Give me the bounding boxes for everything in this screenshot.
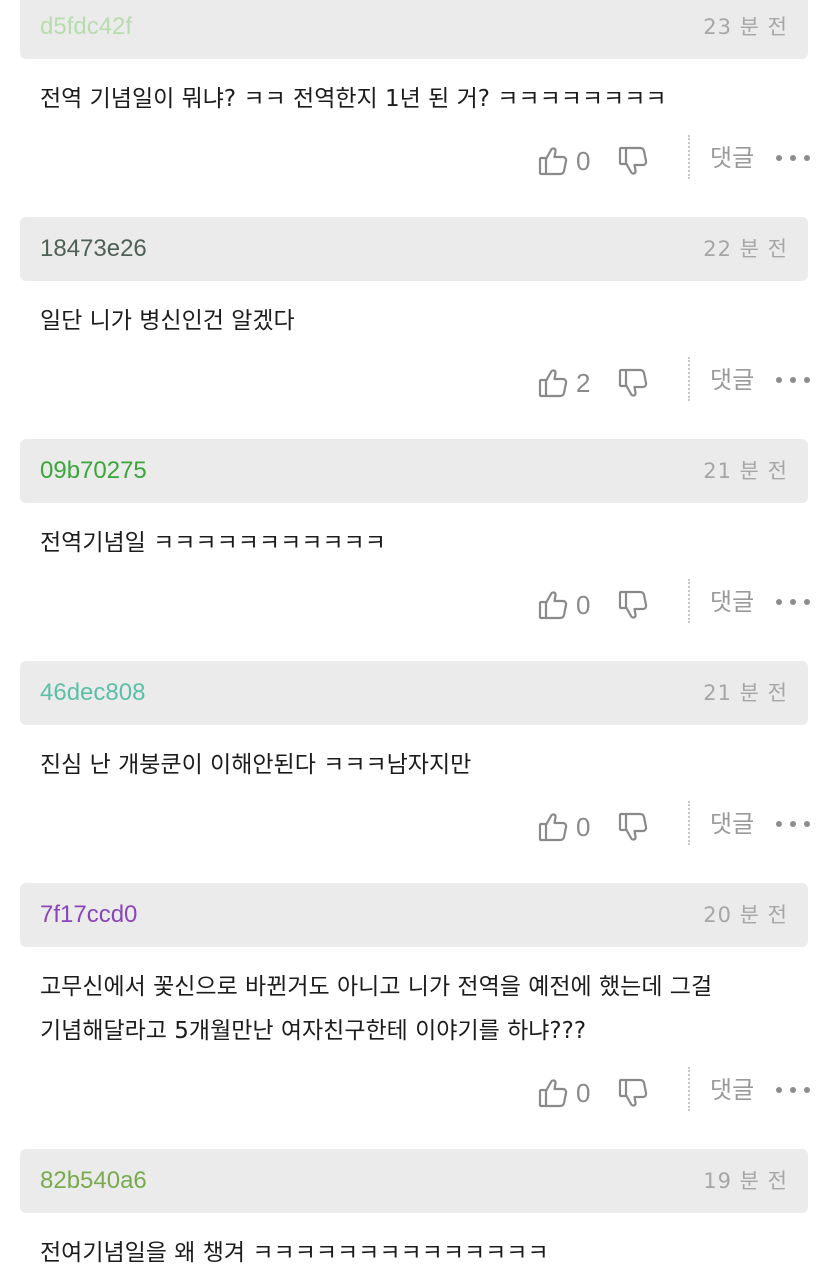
more-options-icon[interactable] bbox=[776, 366, 810, 394]
reply-button[interactable]: 댓글 bbox=[710, 365, 754, 395]
comment-time: 20 분 전 bbox=[703, 903, 788, 927]
comment-time: 19 분 전 bbox=[703, 1169, 788, 1193]
comment-header: 18473e26 22 분 전 bbox=[20, 217, 808, 281]
comment-header: d5fdc42f 23 분 전 bbox=[20, 0, 808, 59]
comment-time: 21 분 전 bbox=[703, 459, 788, 483]
thumbs-down-icon bbox=[618, 145, 648, 177]
dislike-button[interactable] bbox=[618, 587, 648, 623]
dislike-button[interactable] bbox=[618, 1075, 648, 1111]
comment-time: 21 분 전 bbox=[703, 681, 788, 705]
comment-author[interactable]: 46dec808 bbox=[40, 678, 145, 708]
comment-header: 09b70275 21 분 전 bbox=[20, 439, 808, 503]
comment-item: 7f17ccd0 20 분 전 고무신에서 꽃신으로 바뀐거도 아니고 니가 전… bbox=[0, 883, 828, 1123]
comment-item: d5fdc42f 23 분 전 전역 기념일이 뭐냐? ㅋㅋ 전역한지 1년 된… bbox=[0, 0, 828, 191]
thumbs-down-icon bbox=[618, 589, 648, 621]
like-count: 0 bbox=[576, 1078, 591, 1108]
like-button[interactable]: 0 bbox=[538, 587, 590, 623]
reply-button[interactable]: 댓글 bbox=[710, 1075, 754, 1105]
comment-time: 23 분 전 bbox=[703, 15, 788, 39]
comment-text: 고무신에서 꽃신으로 바뀐거도 아니고 니가 전역을 예전에 했는데 그걸 기념… bbox=[40, 974, 720, 1044]
action-divider bbox=[688, 801, 690, 845]
like-button[interactable]: 2 bbox=[538, 365, 590, 401]
reply-button[interactable]: 댓글 bbox=[710, 587, 754, 617]
like-count: 0 bbox=[576, 146, 591, 176]
more-options-icon[interactable] bbox=[776, 810, 810, 838]
comment-item: 09b70275 21 분 전 전역기념일 ㅋㅋㅋㅋㅋㅋㅋㅋㅋㅋㅋ 0 댓글 bbox=[0, 439, 828, 635]
comment-author[interactable]: 18473e26 bbox=[40, 234, 147, 264]
like-button[interactable]: 0 bbox=[538, 809, 590, 845]
thumbs-down-icon bbox=[618, 367, 648, 399]
dislike-button[interactable] bbox=[618, 365, 648, 401]
comment-list: d5fdc42f 23 분 전 전역 기념일이 뭐냐? ㅋㅋ 전역한지 1년 된… bbox=[0, 0, 828, 1275]
comment-actions: 0 댓글 bbox=[0, 575, 828, 635]
comment-item: 82b540a6 19 분 전 전여기념일을 왜 챙겨 ㅋㅋㅋㅋㅋㅋㅋㅋㅋㅋㅋㅋ… bbox=[0, 1149, 828, 1275]
comment-actions: 0 댓글 bbox=[0, 797, 828, 857]
comment-author[interactable]: 7f17ccd0 bbox=[40, 900, 137, 930]
thumbs-up-icon bbox=[538, 811, 568, 843]
thumbs-down-icon bbox=[618, 811, 648, 843]
dislike-button[interactable] bbox=[618, 809, 648, 845]
like-button[interactable]: 0 bbox=[538, 1075, 590, 1111]
comment-author[interactable]: 09b70275 bbox=[40, 456, 147, 486]
comment-text: 일단 니가 병신인건 알겠다 bbox=[40, 308, 295, 334]
comment-text: 전역기념일 ㅋㅋㅋㅋㅋㅋㅋㅋㅋㅋㅋ bbox=[40, 530, 386, 556]
action-divider bbox=[688, 1067, 690, 1111]
thumbs-up-icon bbox=[538, 367, 568, 399]
comment-item: 46dec808 21 분 전 진심 난 개붕쿤이 이해안된다 ㅋㅋㅋ남자지만 … bbox=[0, 661, 828, 857]
reply-button[interactable]: 댓글 bbox=[710, 143, 754, 173]
comment-author[interactable]: 82b540a6 bbox=[40, 1166, 147, 1196]
comment-header: 7f17ccd0 20 분 전 bbox=[20, 883, 808, 947]
comment-text: 전역 기념일이 뭐냐? ㅋㅋ 전역한지 1년 된 거? ㅋㅋㅋㅋㅋㅋㅋㅋ bbox=[40, 86, 667, 112]
reply-button[interactable]: 댓글 bbox=[710, 809, 754, 839]
comment-header: 46dec808 21 분 전 bbox=[20, 661, 808, 725]
thumbs-up-icon bbox=[538, 1077, 568, 1109]
action-divider bbox=[688, 357, 690, 401]
more-options-icon[interactable] bbox=[776, 144, 810, 172]
comment-header: 82b540a6 19 분 전 bbox=[20, 1149, 808, 1213]
comment-author[interactable]: d5fdc42f bbox=[40, 12, 132, 42]
comment-actions: 0 댓글 bbox=[0, 131, 828, 191]
like-count: 2 bbox=[576, 368, 591, 398]
like-count: 0 bbox=[576, 812, 591, 842]
comment-time: 22 분 전 bbox=[703, 237, 788, 261]
comment-item: 18473e26 22 분 전 일단 니가 병신인건 알겠다 2 댓글 bbox=[0, 217, 828, 413]
more-options-icon[interactable] bbox=[776, 588, 810, 616]
comment-actions: 2 댓글 bbox=[0, 353, 828, 413]
thumbs-down-icon bbox=[618, 1077, 648, 1109]
comment-text: 전여기념일을 왜 챙겨 ㅋㅋㅋㅋㅋㅋㅋㅋㅋㅋㅋㅋㅋㅋ bbox=[40, 1240, 549, 1266]
like-count: 0 bbox=[576, 590, 591, 620]
more-options-icon[interactable] bbox=[776, 1076, 810, 1104]
thumbs-up-icon bbox=[538, 589, 568, 621]
action-divider bbox=[688, 135, 690, 179]
dislike-button[interactable] bbox=[618, 143, 648, 179]
thumbs-up-icon bbox=[538, 145, 568, 177]
action-divider bbox=[688, 579, 690, 623]
like-button[interactable]: 0 bbox=[538, 143, 590, 179]
comment-actions: 0 댓글 bbox=[0, 1063, 828, 1123]
comment-text: 진심 난 개붕쿤이 이해안된다 ㅋㅋㅋ남자지만 bbox=[40, 752, 472, 778]
